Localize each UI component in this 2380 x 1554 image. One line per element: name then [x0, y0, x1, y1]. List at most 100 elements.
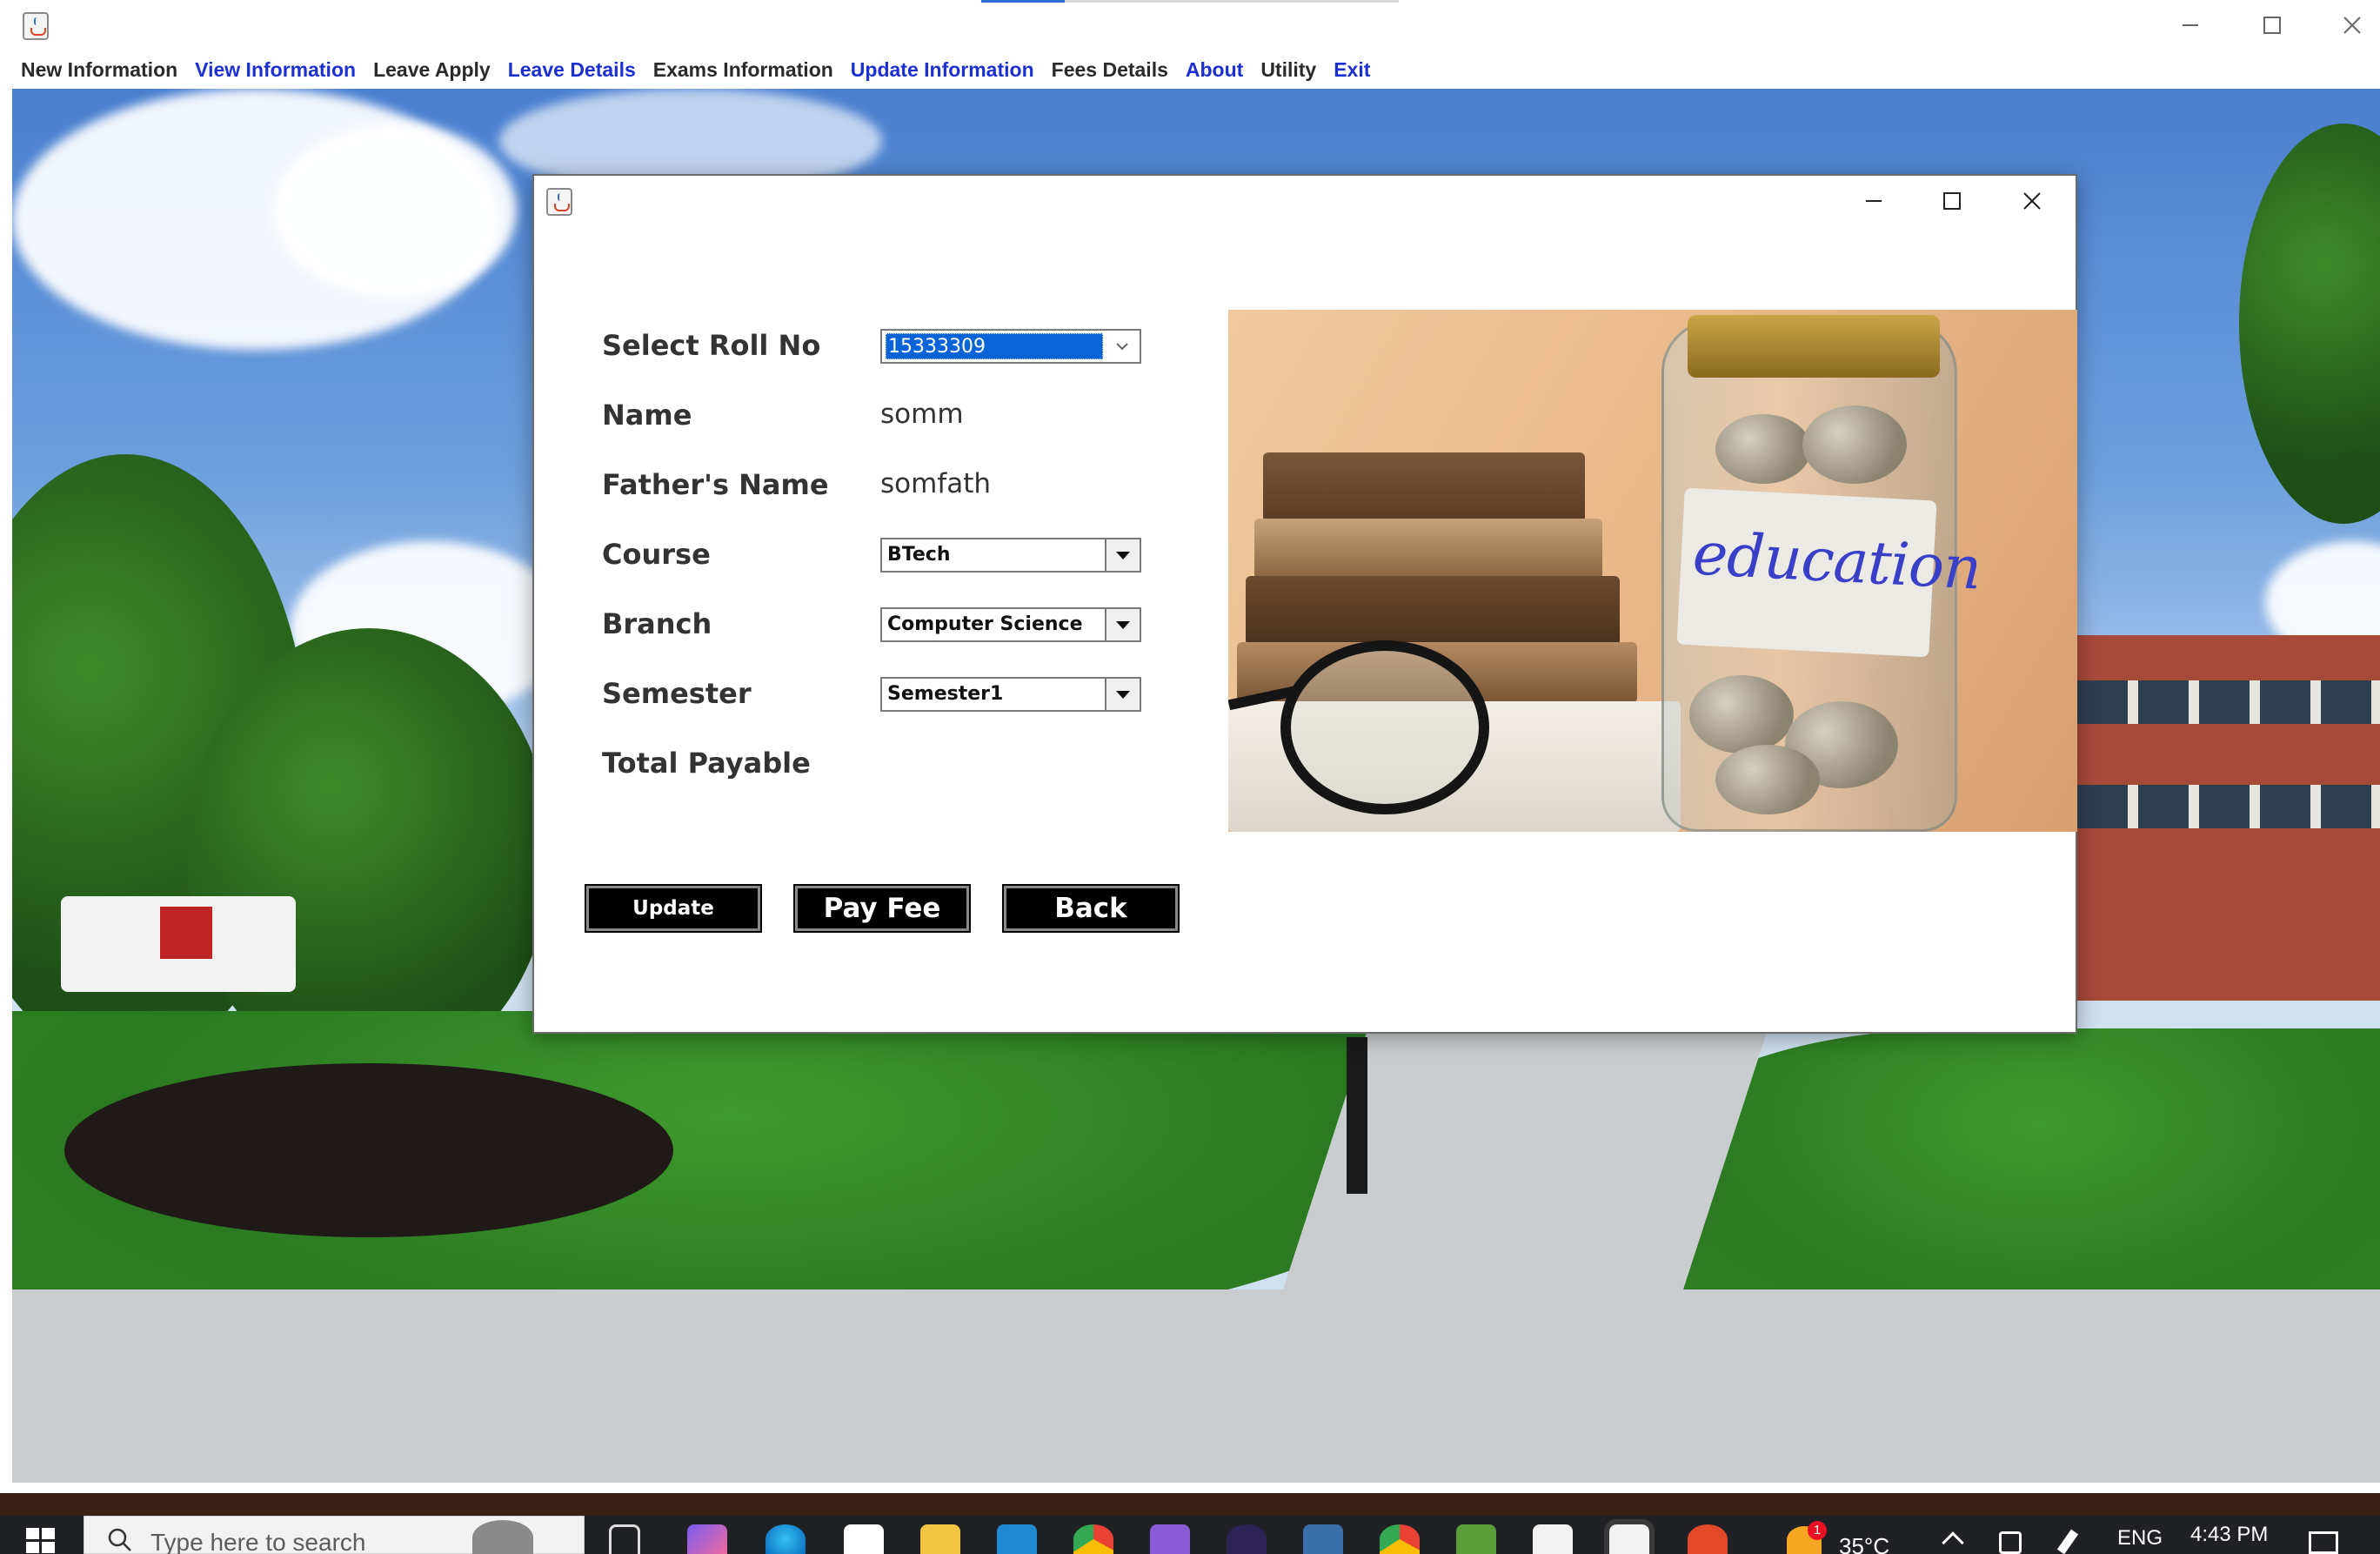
microsoft-store-icon[interactable]: [844, 1524, 884, 1554]
semester-select[interactable]: Semester1: [880, 677, 1141, 712]
chevron-down-icon: [1116, 343, 1128, 351]
pen-icon[interactable]: [2056, 1529, 2079, 1554]
clock-time[interactable]: 4:43 PM: [2190, 1523, 2268, 1547]
menu-fees-details[interactable]: Fees Details: [1043, 58, 1177, 82]
roll-no-select[interactable]: 15333309: [880, 329, 1141, 364]
menu-update-information[interactable]: Update Information: [842, 58, 1043, 82]
tray-device-icon[interactable]: [1999, 1531, 2022, 1554]
show-hidden-icons-chevron-icon[interactable]: [1942, 1531, 1964, 1554]
close-icon: [2343, 17, 2361, 34]
coin: [1802, 405, 1907, 484]
total-payable-label: Total Payable: [602, 747, 811, 780]
roll-no-label: Select Roll No: [602, 329, 821, 362]
task-view-icon[interactable]: [609, 1524, 640, 1554]
building-windows: [2077, 785, 2380, 828]
back-button[interactable]: Back: [1002, 884, 1180, 933]
minimize-button[interactable]: [2150, 7, 2230, 44]
semester-dropdown-button[interactable]: [1105, 679, 1140, 710]
coin: [1715, 414, 1811, 484]
taskbar-top-strip: [0, 1493, 2380, 1516]
menu-view-information[interactable]: View Information: [186, 58, 364, 82]
pay-fee-button[interactable]: Pay Fee: [793, 884, 971, 933]
notification-badge: 1: [1808, 1521, 1827, 1540]
windows-start-button[interactable]: [26, 1528, 56, 1554]
roll-no-value: 15333309: [886, 333, 1103, 359]
chrome-icon[interactable]: [1380, 1524, 1420, 1554]
java-coffee-icon: [546, 188, 572, 216]
triangle-down-icon: [1116, 552, 1130, 559]
menu-new-information[interactable]: New Information: [12, 58, 186, 82]
titlebar-accent: [1065, 0, 1399, 3]
java-app-icon[interactable]: [1533, 1524, 1573, 1554]
coin: [1715, 745, 1820, 814]
course-dropdown-button[interactable]: [1105, 539, 1140, 571]
menu-exams-information[interactable]: Exams Information: [645, 58, 842, 82]
app-titlebar[interactable]: [0, 0, 2380, 50]
weather-temperature[interactable]: 35°C: [1839, 1533, 1889, 1554]
copilot-icon[interactable]: [687, 1524, 727, 1554]
recorder-icon[interactable]: [1688, 1524, 1728, 1554]
menu-utility[interactable]: Utility: [1252, 58, 1325, 82]
ambulance-cross: [160, 907, 212, 959]
menu-about[interactable]: About: [1177, 58, 1252, 82]
branch-value: Computer Science: [887, 613, 1083, 635]
minimize-icon: [2183, 24, 2198, 26]
taskbar-search-box[interactable]: Type here to search: [84, 1516, 585, 1554]
branch-dropdown-button[interactable]: [1105, 609, 1140, 640]
search-icon: [108, 1528, 131, 1551]
book: [1254, 519, 1602, 579]
coin: [1689, 675, 1794, 754]
dialog-maximize-button[interactable]: [1917, 183, 1987, 219]
fee-details-dialog: Select Roll No Name Father's Name Course…: [532, 174, 2077, 1034]
course-label: Course: [602, 538, 711, 571]
notifications-icon[interactable]: [2309, 1531, 2338, 1554]
eclipse-icon[interactable]: [1227, 1524, 1267, 1554]
father-name-label: Father's Name: [602, 468, 829, 501]
menu-leave-details[interactable]: Leave Details: [499, 58, 645, 82]
postgresql-icon[interactable]: [1303, 1524, 1343, 1554]
sidewalk: [12, 1289, 2380, 1483]
dialog-close-button[interactable]: [1997, 183, 2067, 219]
jar-lid: [1688, 315, 1940, 378]
semester-label: Semester: [602, 677, 752, 710]
dialog-minimize-button[interactable]: [1839, 183, 1909, 219]
menu-leave-apply[interactable]: Leave Apply: [364, 58, 499, 82]
gorilla-search-highlight-icon: [472, 1520, 533, 1554]
menu-bar: New Information View Information Leave A…: [12, 50, 2361, 89]
branch-select[interactable]: Computer Science: [880, 607, 1141, 642]
lamp-post: [1347, 1037, 1367, 1194]
java-coffee-icon: [23, 12, 49, 40]
file-explorer-icon[interactable]: [920, 1524, 960, 1554]
maximize-button[interactable]: [2232, 7, 2312, 44]
maximize-icon: [2263, 17, 2281, 34]
close-window-button[interactable]: [2312, 7, 2380, 44]
triangle-down-icon: [1116, 621, 1130, 629]
name-value: somm: [880, 399, 964, 430]
titlebar-accent: [981, 0, 1065, 3]
triangle-down-icon: [1116, 691, 1130, 699]
vscode-icon[interactable]: [997, 1524, 1037, 1554]
input-language[interactable]: ENG: [2117, 1526, 2163, 1551]
roll-no-dropdown-button[interactable]: [1105, 331, 1140, 362]
java-app-active-icon[interactable]: [1604, 1519, 1655, 1554]
course-value: BTech: [887, 544, 951, 566]
visual-studio-icon[interactable]: [1150, 1524, 1190, 1554]
search-placeholder: Type here to search: [150, 1529, 366, 1554]
cloud: [273, 124, 517, 298]
dialog-titlebar[interactable]: [534, 176, 2076, 226]
education-savings-photo: education: [1228, 310, 2077, 832]
update-button[interactable]: Update: [585, 884, 762, 933]
building-windows: [2077, 680, 2380, 724]
glasses-lens: [1280, 640, 1489, 814]
semester-value: Semester1: [887, 683, 1004, 705]
course-select[interactable]: BTech: [880, 538, 1141, 573]
menu-exit[interactable]: Exit: [1325, 58, 1379, 82]
tree: [2239, 124, 2380, 524]
chrome-icon[interactable]: [1073, 1524, 1113, 1554]
father-name-value: somfath: [880, 468, 992, 499]
app-cube-icon[interactable]: [1456, 1524, 1496, 1554]
edge-browser-icon[interactable]: [765, 1524, 806, 1554]
mulch-bed: [64, 1063, 673, 1237]
book: [1263, 452, 1585, 522]
name-label: Name: [602, 399, 692, 432]
